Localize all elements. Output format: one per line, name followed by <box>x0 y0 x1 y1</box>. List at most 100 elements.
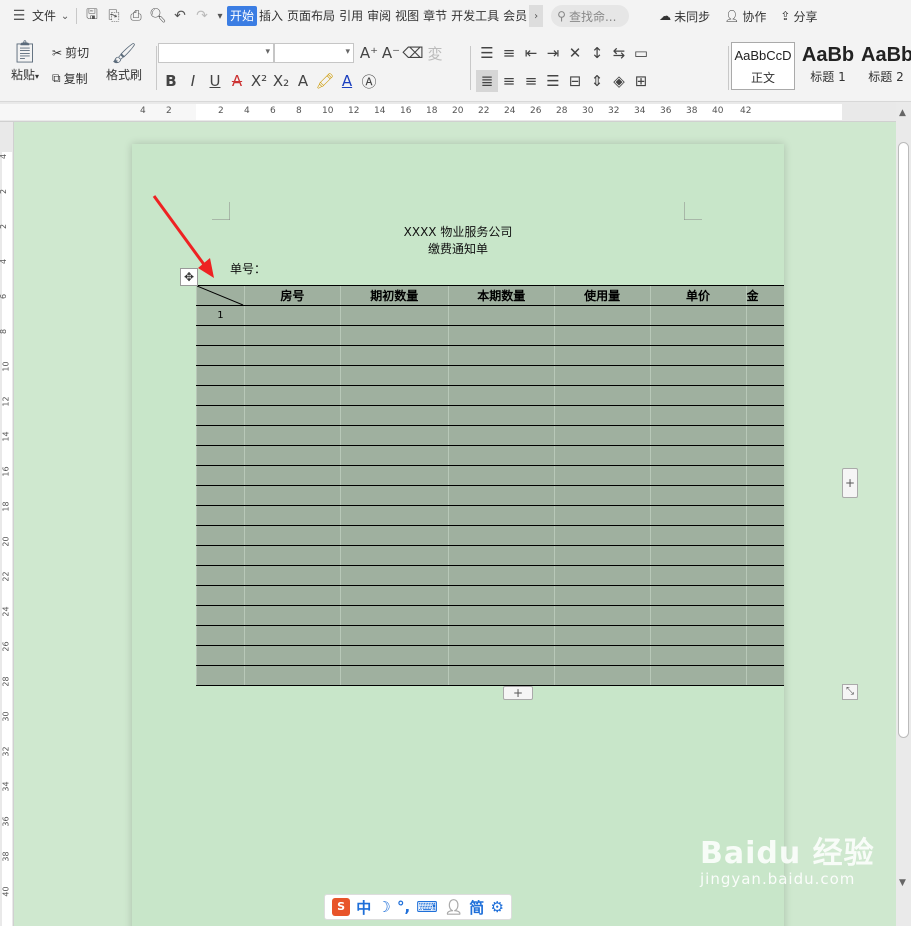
table-cell[interactable] <box>649 425 747 446</box>
table-cell[interactable] <box>745 405 784 426</box>
table-cell[interactable] <box>196 505 245 526</box>
table-cell[interactable] <box>196 545 245 566</box>
ime-language-toggle[interactable]: 中 <box>356 897 371 918</box>
table-cell[interactable] <box>339 585 449 606</box>
tab-insert[interactable]: 插入 <box>257 6 285 26</box>
table-cell[interactable] <box>745 505 784 526</box>
table-cell[interactable] <box>649 545 747 566</box>
tab-section[interactable]: 章节 <box>421 6 449 26</box>
ime-logo-icon[interactable]: S <box>332 898 351 916</box>
table-cell[interactable] <box>447 565 555 586</box>
vertical-scrollbar[interactable]: ▲ ▼ <box>896 102 911 926</box>
table-cell[interactable] <box>339 385 449 406</box>
decrease-indent-icon[interactable]: ⇤ <box>520 42 542 64</box>
table-cell[interactable] <box>649 605 747 626</box>
fee-table[interactable]: 房号 期初数量 本期数量 使用量 单价 金 1 <box>196 285 784 686</box>
table-cell[interactable] <box>553 645 651 666</box>
table-cell[interactable] <box>243 485 341 506</box>
scroll-down-icon[interactable]: ▼ <box>899 878 906 888</box>
table-cell[interactable] <box>745 365 784 386</box>
highlight-icon[interactable]: 🖍︎ <box>314 70 336 92</box>
table-cell[interactable] <box>745 485 784 506</box>
table-cell[interactable] <box>243 445 341 466</box>
table-cell[interactable] <box>243 645 341 666</box>
table-cell[interactable] <box>447 385 555 406</box>
copy-button[interactable]: ⧉ 复制 <box>52 70 88 87</box>
table-cell[interactable] <box>339 505 449 526</box>
shading-icon[interactable]: ◈ <box>608 70 630 92</box>
table-cell[interactable] <box>243 565 341 586</box>
table-cell[interactable] <box>649 305 747 326</box>
table-cell[interactable] <box>447 485 555 506</box>
character-border-icon[interactable]: Ⓐ <box>358 70 380 92</box>
table-cell[interactable] <box>649 505 747 526</box>
line-direction-icon[interactable]: ⇆ <box>608 42 630 64</box>
underline-icon[interactable]: U <box>204 70 226 92</box>
table-cell[interactable] <box>339 445 449 466</box>
table-cell[interactable] <box>553 465 651 486</box>
header-opening-qty[interactable]: 期初数量 <box>339 285 449 306</box>
table-cell[interactable] <box>745 325 784 346</box>
header-current-qty[interactable]: 本期数量 <box>447 285 555 306</box>
table-cell[interactable] <box>339 485 449 506</box>
table-cell[interactable] <box>339 665 449 686</box>
table-cell[interactable] <box>339 565 449 586</box>
table-cell[interactable] <box>339 465 449 486</box>
table-cell[interactable] <box>196 405 245 426</box>
table-cell[interactable] <box>649 485 747 506</box>
show-marks-icon[interactable]: ▭ <box>630 42 652 64</box>
table-cell[interactable] <box>553 325 651 346</box>
punctuation-icon[interactable]: °, <box>397 898 410 916</box>
table-cell[interactable] <box>649 345 747 366</box>
print-preview-icon[interactable]: 🔍︎ <box>147 5 169 27</box>
table-cell[interactable] <box>553 505 651 526</box>
table-cell[interactable] <box>745 425 784 446</box>
table-cell[interactable] <box>447 505 555 526</box>
collaborate-button[interactable]: 👤︎ 协作 <box>724 8 766 25</box>
table-cell[interactable] <box>447 365 555 386</box>
ime-toolbar[interactable]: S 中 ☽ °, ⌨ 👤︎ 简 ⚙ <box>324 894 512 920</box>
font-size-select[interactable]: ▾ <box>274 43 354 63</box>
table-cell[interactable] <box>339 325 449 346</box>
header-amount[interactable]: 金 <box>745 285 784 306</box>
simplified-chinese-toggle[interactable]: 简 <box>469 897 484 918</box>
table-cell[interactable] <box>745 585 784 606</box>
table-cell[interactable] <box>196 365 245 386</box>
table-cell[interactable] <box>447 605 555 626</box>
table-cell[interactable] <box>553 525 651 546</box>
table-cell[interactable] <box>196 565 245 586</box>
row-number-cell[interactable]: 1 <box>196 305 245 326</box>
align-right-icon[interactable]: ≡ <box>520 70 542 92</box>
table-cell[interactable] <box>447 645 555 666</box>
header-unit-price[interactable]: 单价 <box>649 285 747 306</box>
table-cell[interactable] <box>745 605 784 626</box>
table-cell[interactable] <box>196 325 245 346</box>
table-cell[interactable] <box>447 545 555 566</box>
scroll-thumb[interactable] <box>898 142 909 738</box>
table-cell[interactable] <box>553 365 651 386</box>
table-cell[interactable] <box>553 665 651 686</box>
table-cell[interactable] <box>447 325 555 346</box>
table-cell[interactable] <box>447 445 555 466</box>
strikethrough-icon[interactable]: A <box>226 70 248 92</box>
phonetic-guide-icon[interactable]: 変 <box>424 42 446 64</box>
table-cell[interactable] <box>196 465 245 486</box>
export-icon[interactable]: ⎘ <box>103 5 125 27</box>
table-cell[interactable] <box>649 645 747 666</box>
table-cell[interactable] <box>339 405 449 426</box>
table-cell[interactable] <box>243 625 341 646</box>
table-cell[interactable] <box>649 565 747 586</box>
table-cell[interactable] <box>447 465 555 486</box>
style-heading-2[interactable]: AaBb 标题 2 <box>861 42 911 90</box>
table-cell[interactable] <box>243 405 341 426</box>
table-cell[interactable] <box>745 565 784 586</box>
increase-font-icon[interactable]: A⁺ <box>358 42 380 64</box>
table-cell[interactable] <box>649 405 747 426</box>
table-cell[interactable] <box>196 445 245 466</box>
table-cell[interactable] <box>553 385 651 406</box>
table-cell[interactable] <box>196 485 245 506</box>
table-cell[interactable] <box>196 645 245 666</box>
chinese-layout-icon[interactable]: ✕ <box>564 42 586 64</box>
table-cell[interactable] <box>243 665 341 686</box>
document-workspace[interactable]: XXXX 物业服务公司 缴费通知单 单号： 房号 期初数量 本期数量 使用量 单… <box>14 122 896 926</box>
